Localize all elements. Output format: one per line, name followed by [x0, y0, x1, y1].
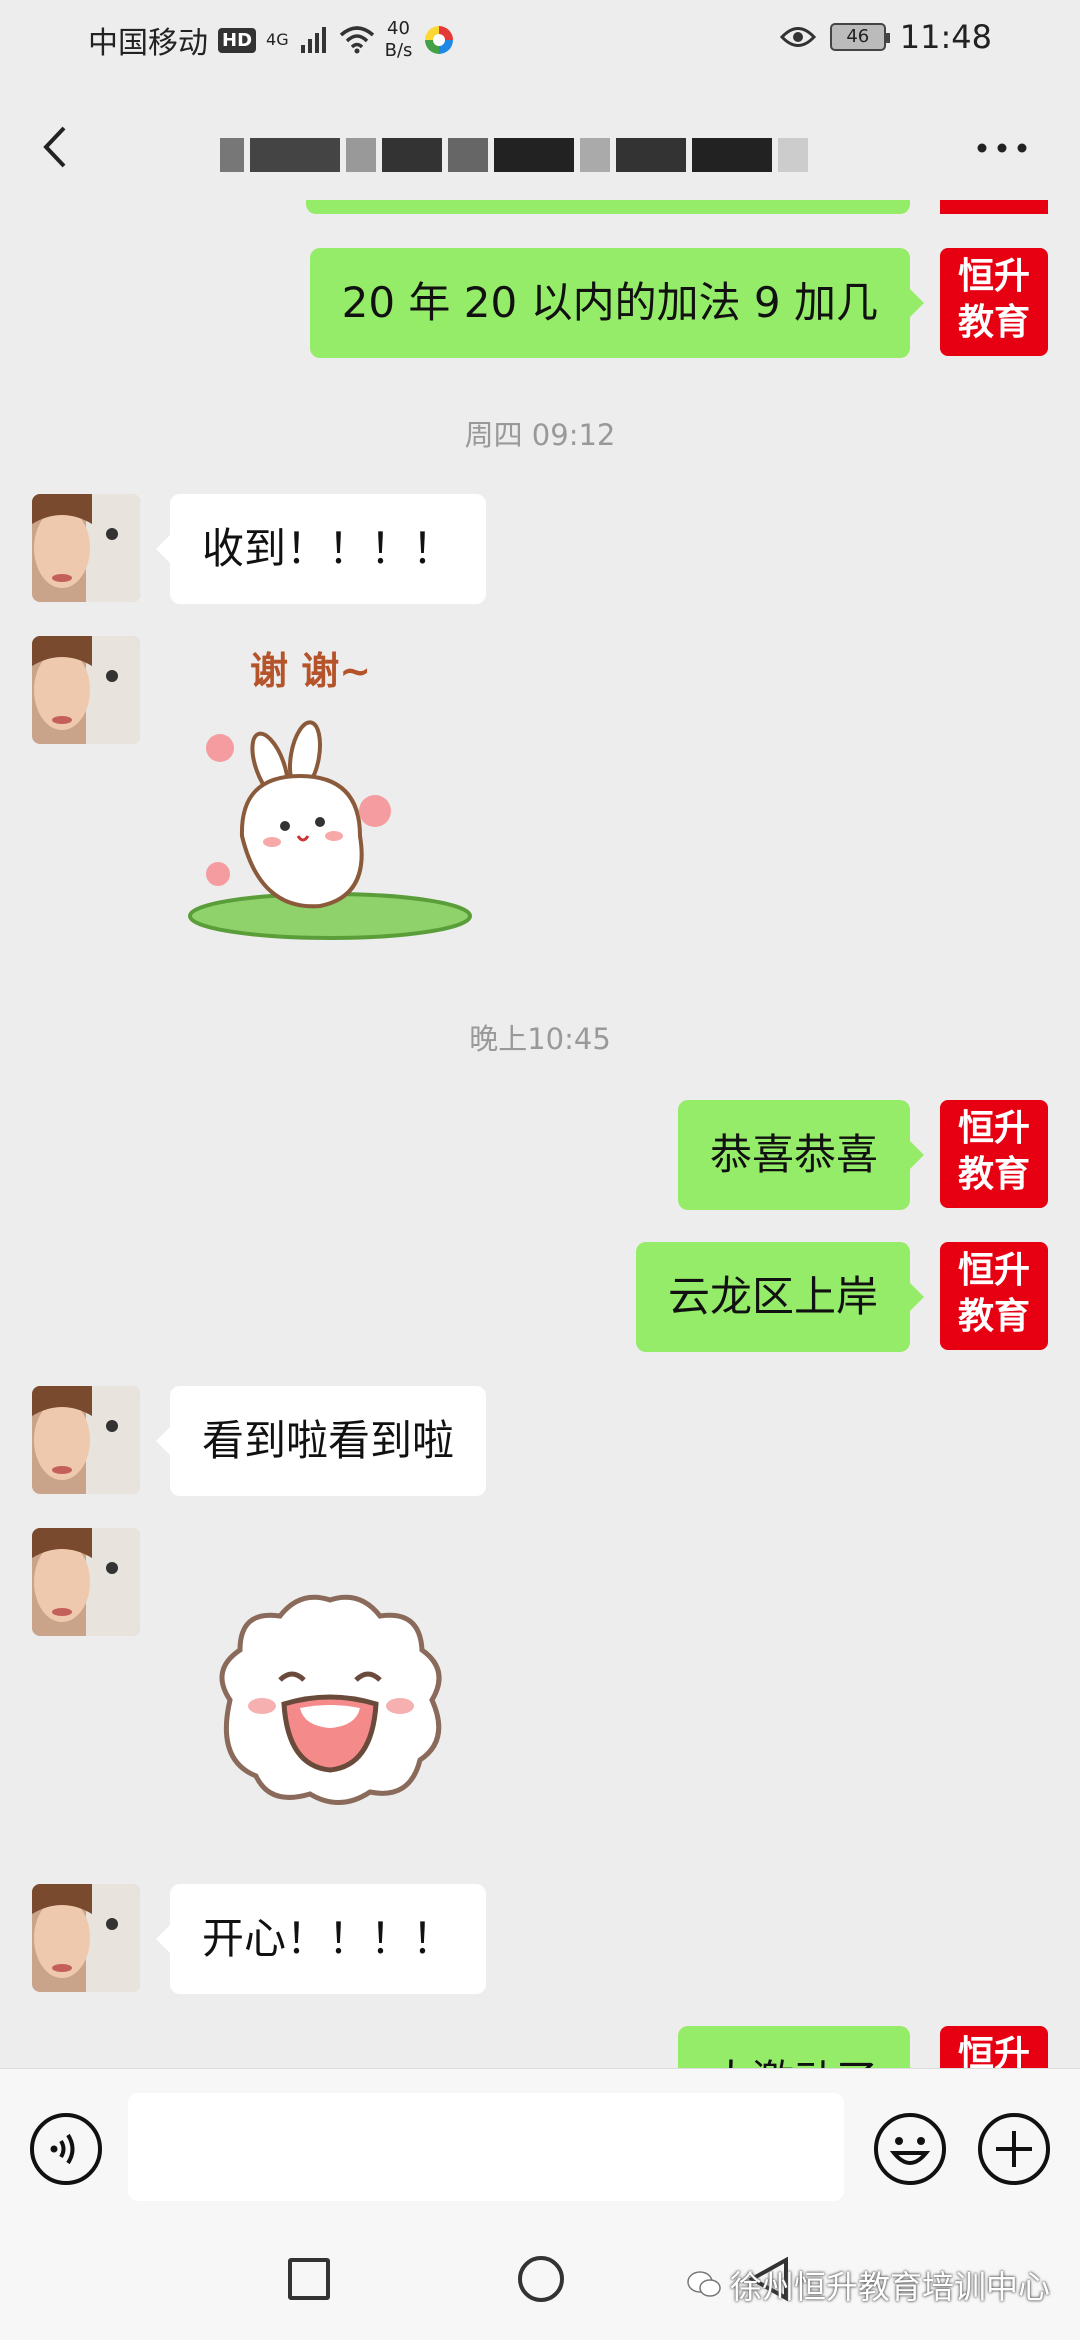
avatar-text-line1: 恒升 — [957, 1250, 1030, 1291]
avatar-photo — [32, 1884, 140, 1992]
avatar-photo — [32, 636, 140, 744]
sticker-rabbit-thanks[interactable]: 谢 谢~ — [170, 636, 490, 956]
my-avatar[interactable]: 恒升 教育 — [940, 1242, 1048, 1350]
system-navigation-bar: 徐州恒升教育培训中心 — [0, 2228, 1080, 2340]
avatar-photo — [32, 1528, 140, 1636]
message-incoming[interactable]: 收到！！！！ — [155, 494, 487, 604]
voice-input-icon[interactable] — [28, 2111, 104, 2187]
sticker-happy-bear[interactable] — [200, 1580, 460, 1820]
contact-avatar[interactable] — [32, 1528, 140, 1636]
watermark-text: 徐州恒升教育培训中心 — [729, 2268, 1050, 2306]
timestamp: 晚上10:45 — [469, 1022, 611, 1056]
more-options-icon[interactable] — [976, 140, 1028, 156]
message-input[interactable] — [128, 2093, 844, 2201]
message-outgoing[interactable]: 20 年 20 以内的加法 9 加几 — [309, 248, 925, 358]
contact-avatar[interactable] — [32, 636, 140, 744]
eye-icon — [779, 27, 816, 47]
recent-apps-button[interactable] — [288, 2258, 330, 2300]
message-outgoing[interactable]: 恭喜恭喜 — [677, 1100, 925, 1210]
avatar-text-line1: 恒升 — [957, 1108, 1030, 1149]
avatar-photo — [32, 1386, 140, 1494]
home-button[interactable] — [518, 2256, 564, 2302]
avatar-text-line2: 教育 — [957, 1296, 1030, 1337]
timestamp: 周四 09:12 — [464, 418, 616, 452]
message-list[interactable]: 20 年 20 以内的加法 9 加几 恒升 教育 周四 09:12 收到！！！！… — [0, 200, 1080, 2068]
avatar-text-line1: 恒升 — [957, 256, 1030, 297]
app-notification-icon — [425, 26, 454, 54]
avatar-text-line2: 教育 — [957, 1154, 1030, 1195]
net-speed: 40 B/s — [385, 18, 413, 62]
input-bar — [0, 2068, 1080, 2228]
clock: 11:48 — [899, 18, 992, 56]
emoji-icon[interactable] — [872, 2111, 948, 2187]
net-speed-value: 40 — [387, 18, 410, 39]
status-right: 46 11:48 — [779, 18, 992, 56]
back-arrow-icon[interactable] — [36, 122, 76, 172]
message-outgoing-partial[interactable]: 太激动了 — [677, 2026, 925, 2068]
bear-illustration — [219, 1594, 442, 1805]
previous-message-edge — [306, 200, 910, 214]
chat-title-redacted — [220, 130, 860, 180]
status-bar: 中国移动 HD 4G 40 B/s 46 11:48 — [0, 0, 1080, 80]
message-incoming[interactable]: 开心！！！！ — [155, 1884, 487, 1994]
message-outgoing[interactable]: 云龙区上岸 — [635, 1242, 925, 1352]
signal-icon — [300, 27, 326, 53]
my-avatar[interactable]: 恒升 教育 — [940, 248, 1048, 356]
my-avatar[interactable]: 恒升 教育 — [940, 2026, 1048, 2068]
status-left: 中国移动 HD 4G 40 B/s — [88, 18, 456, 62]
avatar-text-line2: 教育 — [957, 302, 1030, 343]
battery-icon: 46 — [829, 23, 890, 51]
avatar-text-line1: 恒升 — [957, 2034, 1030, 2068]
hd-badge: HD — [218, 27, 257, 53]
contact-avatar[interactable] — [32, 494, 140, 602]
network-type: 4G — [266, 30, 289, 49]
watermark: 徐州恒升教育培训中心 — [686, 2262, 1050, 2308]
carrier-name: 中国移动 — [88, 26, 208, 61]
sticker-caption: 谢 谢~ — [250, 649, 372, 693]
net-speed-unit: B/s — [384, 40, 413, 61]
contact-avatar[interactable] — [32, 1884, 140, 1992]
add-more-icon[interactable] — [976, 2111, 1052, 2187]
message-incoming[interactable]: 看到啦看到啦 — [155, 1386, 487, 1496]
previous-avatar-edge — [940, 200, 1048, 214]
my-avatar[interactable]: 恒升 教育 — [940, 1100, 1048, 1208]
wifi-icon — [339, 26, 374, 54]
avatar-photo — [32, 494, 140, 602]
wechat-logo-icon — [687, 2271, 721, 2297]
contact-avatar[interactable] — [32, 1386, 140, 1494]
chat-header — [0, 80, 1080, 210]
